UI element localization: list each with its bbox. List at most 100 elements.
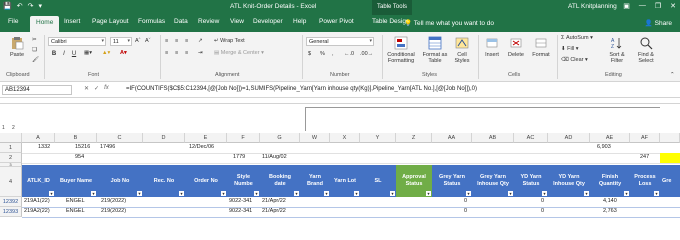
format-as-table-button[interactable]: Format as Table bbox=[422, 36, 448, 64]
column-header-ac[interactable]: AC bbox=[514, 133, 548, 143]
delete-cells-button[interactable]: Delete bbox=[506, 36, 526, 58]
filter-dropdown-icon[interactable]: ▾ bbox=[49, 191, 54, 196]
table-cell-yd-yarn-status[interactable]: 0 bbox=[541, 198, 544, 204]
highlighted-cell[interactable] bbox=[660, 153, 680, 163]
clear-button[interactable]: ⌫ Clear ▾ bbox=[561, 57, 588, 63]
header-booking-date[interactable]: Booking date ▾ bbox=[260, 165, 300, 197]
align-center-icon[interactable]: ≡ bbox=[175, 50, 178, 56]
cell-e1[interactable]: 12/Dec/06 bbox=[189, 144, 214, 150]
table-cell-yd-yarn-status[interactable]: 0 bbox=[541, 208, 544, 214]
merge-center-button[interactable]: ▤ Merge & Center ▾ bbox=[214, 50, 264, 56]
orientation-icon[interactable]: ↗ bbox=[198, 38, 203, 44]
currency-button[interactable]: $ bbox=[308, 51, 311, 57]
cell-styles-button[interactable]: Cell Styles bbox=[452, 36, 472, 64]
column-header-next[interactable] bbox=[660, 133, 680, 143]
outline-level-2[interactable]: 2 bbox=[12, 125, 15, 131]
header-atlk-id[interactable]: ATLK_ID ▾ bbox=[22, 165, 55, 197]
insert-cells-button[interactable]: Insert bbox=[482, 36, 502, 58]
filter-active-icon[interactable]: ▼ bbox=[137, 191, 142, 196]
insert-function-icon[interactable]: fx bbox=[104, 85, 109, 92]
table-cell-style[interactable]: 9022-341 bbox=[229, 208, 252, 214]
top-align-icon[interactable]: ≡ bbox=[165, 38, 168, 44]
cell-b2[interactable]: 954 bbox=[75, 154, 84, 160]
decrease-decimal-icon[interactable]: .00→ bbox=[360, 51, 373, 57]
font-name-combo[interactable]: Calibri ▾ bbox=[48, 37, 106, 46]
table-cell-booking-date[interactable]: 21/Apr/22 bbox=[262, 208, 286, 214]
table-cell-grey-yarn-status[interactable]: 0 bbox=[464, 208, 467, 214]
minimize-icon[interactable]: — bbox=[639, 2, 646, 10]
header-grey-partial[interactable]: Gre bbox=[660, 165, 680, 197]
table-cell-job-no[interactable]: 219(2022) bbox=[101, 198, 126, 204]
bold-button[interactable]: B bbox=[50, 50, 58, 58]
underline-button[interactable]: U bbox=[70, 50, 78, 58]
collapse-ribbon-icon[interactable]: ⌃ bbox=[670, 72, 675, 78]
column-header-z[interactable]: Z bbox=[396, 133, 432, 143]
filter-dropdown-icon[interactable]: ▾ bbox=[508, 191, 513, 196]
tab-file[interactable]: File bbox=[8, 18, 18, 25]
table-cell-buyer[interactable]: ENGEL bbox=[66, 198, 85, 204]
column-header-f[interactable]: F bbox=[227, 133, 260, 143]
enter-icon[interactable]: ✓ bbox=[94, 85, 99, 92]
shrink-font-icon[interactable]: Aˇ bbox=[145, 38, 151, 44]
filter-dropdown-icon[interactable]: ▾ bbox=[466, 191, 471, 196]
filter-dropdown-icon[interactable]: ▾ bbox=[390, 191, 395, 196]
customize-icon[interactable]: ▾ bbox=[38, 2, 42, 10]
header-order-no[interactable]: Order No ▾ bbox=[185, 165, 227, 197]
header-grey-yarn-inhouse-qty[interactable]: Grey Yarn Inhouse Qty ▾ bbox=[472, 165, 514, 197]
grow-font-icon[interactable]: Aˆ bbox=[135, 38, 141, 44]
table-cell-booking-date[interactable]: 21/Apr/22 bbox=[262, 198, 286, 204]
select-all-corner[interactable] bbox=[0, 133, 22, 143]
column-header-d[interactable]: D bbox=[143, 133, 185, 143]
font-color-icon[interactable]: A▾ bbox=[120, 50, 127, 56]
cell-f2[interactable]: 1779 bbox=[233, 154, 245, 160]
cell-c1[interactable]: 17496 bbox=[100, 144, 115, 150]
header-style-number[interactable]: Style Numbe ▾ bbox=[227, 165, 260, 197]
copy-icon[interactable]: ❏ bbox=[32, 47, 37, 53]
cut-icon[interactable]: ✂ bbox=[32, 37, 37, 43]
align-left-icon[interactable]: ≡ bbox=[165, 50, 168, 56]
filter-dropdown-icon[interactable]: ▾ bbox=[179, 191, 184, 196]
tab-data[interactable]: Data bbox=[174, 18, 188, 25]
cell-ae1[interactable]: 6,903 bbox=[597, 144, 611, 150]
name-box[interactable]: AB12394 bbox=[2, 85, 72, 95]
percent-button[interactable]: % bbox=[320, 51, 325, 57]
row-header[interactable]: 12392 bbox=[0, 197, 22, 207]
header-grey-yarn-status[interactable]: Grey Yarn Status ▾ bbox=[432, 165, 472, 197]
fill-color-icon[interactable]: ▲▾ bbox=[102, 50, 110, 56]
column-header-x[interactable]: X bbox=[330, 133, 360, 143]
column-header-g[interactable]: G bbox=[260, 133, 300, 143]
row-header[interactable]: 12393 bbox=[0, 207, 22, 217]
table-cell-finish-qty[interactable]: 2,763 bbox=[603, 208, 617, 214]
header-approval-status[interactable]: Approval Status ▾ bbox=[396, 165, 432, 197]
italic-button[interactable]: I bbox=[60, 50, 68, 58]
format-cells-button[interactable]: Format bbox=[530, 36, 552, 58]
table-cell-style[interactable]: 9022-341 bbox=[229, 198, 252, 204]
column-header-w[interactable]: W bbox=[300, 133, 330, 143]
column-header-a[interactable]: A bbox=[22, 133, 55, 143]
tab-home[interactable]: Home bbox=[30, 16, 60, 32]
tab-power-pivot[interactable]: Power Pivot bbox=[319, 18, 354, 25]
format-painter-icon[interactable]: 🖌 bbox=[32, 57, 39, 63]
cancel-icon[interactable]: ✕ bbox=[84, 85, 89, 92]
find-select-button[interactable]: Find & Select bbox=[634, 36, 658, 64]
close-icon[interactable]: ✕ bbox=[670, 2, 676, 10]
column-header-ad[interactable]: AD bbox=[548, 133, 590, 143]
header-sl[interactable]: SL ▾ bbox=[360, 165, 396, 197]
cell-af2[interactable]: 247 bbox=[640, 154, 649, 160]
column-header-c[interactable]: C bbox=[97, 133, 143, 143]
redo-icon[interactable]: ↷ bbox=[28, 2, 34, 10]
header-buyer-name[interactable]: Buyer Name ▾ bbox=[55, 165, 97, 197]
formula-input[interactable]: =IF(COUNTIFS($C$5:C12394,[@[Job No]])=1,… bbox=[126, 86, 477, 92]
table-cell-grey-yarn-status[interactable]: 0 bbox=[464, 198, 467, 204]
row-header[interactable]: 4 bbox=[0, 167, 22, 197]
undo-icon[interactable]: ↶ bbox=[17, 2, 23, 10]
bottom-align-icon[interactable]: ≡ bbox=[185, 38, 188, 44]
filter-dropdown-icon[interactable]: ▾ bbox=[542, 191, 547, 196]
table-cell-job-no[interactable]: 219(2022) bbox=[101, 208, 126, 214]
save-icon[interactable]: 💾 bbox=[3, 2, 12, 10]
table-cell-buyer[interactable]: ENGEL bbox=[66, 208, 85, 214]
sort-filter-button[interactable]: AZ Sort & Filter bbox=[604, 36, 630, 64]
tab-help[interactable]: Help bbox=[293, 18, 306, 25]
increase-decimal-icon[interactable]: ←.0 bbox=[344, 51, 354, 57]
tab-view[interactable]: View bbox=[230, 18, 244, 25]
